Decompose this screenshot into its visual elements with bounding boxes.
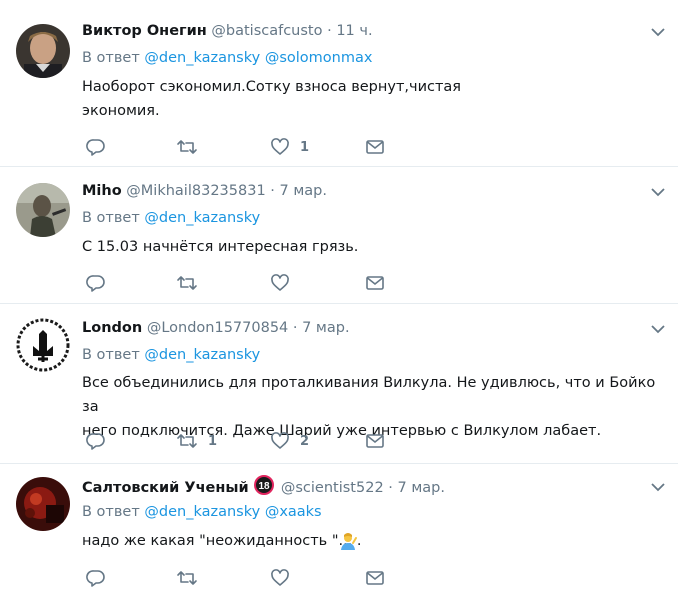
retweet-icon [177,140,197,154]
reply-prefix: В ответ [82,50,140,66]
tweet[interactable]: Miho @Mikhail83235831 · 7 мар. В ответ @… [0,166,678,303]
mention-link[interactable]: @xaaks [265,504,322,520]
tweet-text-line: С 15.03 начнётся интересная грязь. [82,239,359,255]
separator-dot: · [270,183,275,199]
display-name[interactable]: London [82,320,142,336]
user-handle[interactable]: @scientist522 [281,480,384,496]
tweet[interactable]: Виктор Онегин @batiscafcusto · 11 ч. В о… [0,0,678,166]
envelope-icon [366,571,384,585]
reply-prefix: В ответ [82,504,140,520]
retweet-button[interactable] [176,272,208,294]
reply-context: В ответ @den_kazansky [82,208,260,228]
like-button[interactable]: 2 [270,430,309,452]
display-name[interactable]: Виктор Онегин [82,23,207,39]
tweet-text: надо же какая "неожиданность "... . [82,529,667,553]
chevron-down-icon[interactable] [650,479,666,495]
reply-feed: Виктор Онегин @batiscafcusto · 11 ч. В о… [0,0,678,597]
reply-context: В ответ @den_kazansky @solomonmax [82,48,372,68]
heart-icon [271,274,289,291]
timestamp[interactable]: 11 ч. [336,23,372,39]
retweet-button[interactable] [176,136,208,158]
mention-link[interactable]: @den_kazansky [144,504,260,520]
tweet-actions: 1 2 [82,430,412,452]
reply-button[interactable] [86,430,106,452]
reply-icon [86,139,105,156]
tweet-text-line: Наоборот сэкономил.Сотку взноса вернут,ч… [82,79,462,95]
reply-prefix: В ответ [82,210,140,226]
tweet-actions [82,567,412,589]
separator-dot: · [292,320,298,336]
tweet-text-line-wrapper: надо же какая "неожиданность "... . [82,529,667,553]
retweet-count: 1 [208,433,218,449]
tweet-header: Салтовский Ученый 18 @scientist522 · 7 м… [82,475,445,497]
retweet-button[interactable] [176,567,208,589]
avatar[interactable] [16,477,70,531]
tweet-text-line: Все объединились для проталкивания Вилку… [82,375,656,415]
retweet-icon [177,571,197,585]
tweet[interactable]: Салтовский Ученый 18 @scientist522 · 7 м… [0,463,678,597]
reply-button[interactable] [86,136,106,158]
tweet[interactable]: London @London15770854 · 7 мар. В ответ … [0,303,678,463]
tweet-actions: 1 [82,136,412,158]
tweet-header: London @London15770854 · 7 мар. [82,317,350,339]
display-name[interactable]: Салтовский Ученый [82,480,249,496]
chevron-down-icon[interactable] [650,321,666,337]
like-count: 1 [300,139,310,155]
envelope-icon [366,276,384,290]
reply-icon [86,570,105,587]
like-button[interactable] [270,567,300,589]
user-handle[interactable]: @batiscafcusto [211,23,322,39]
tweet-header: Виктор Онегин @batiscafcusto · 11 ч. [82,20,373,42]
chevron-down-icon[interactable] [650,184,666,200]
age-badge-text: 18 [259,481,271,492]
tweet-header: Miho @Mikhail83235831 · 7 мар. [82,180,327,202]
like-button[interactable] [270,272,300,294]
reply-button[interactable] [86,272,106,294]
retweet-button[interactable]: 1 [176,430,217,452]
heart-icon [271,569,289,586]
direct-message-button[interactable] [365,567,385,589]
reply-icon [86,275,105,292]
timestamp[interactable]: 7 мар. [302,320,349,336]
tweet-text-line: надо же какая "неожиданность "... . [82,533,362,549]
timestamp[interactable]: 7 мар. [280,183,327,199]
heart-icon [271,138,289,155]
separator-dot: · [327,23,332,39]
like-button[interactable]: 1 [270,136,309,158]
display-name[interactable]: Miho [82,183,122,199]
reply-context: В ответ @den_kazansky @xaaks [82,502,322,522]
mention-link[interactable]: @den_kazansky [144,347,260,363]
reply-context: В ответ @den_kazansky [82,345,260,365]
separator-dot: · [388,480,393,496]
retweet-icon [177,276,197,290]
avatar[interactable] [16,24,70,78]
envelope-icon [366,434,384,448]
reply-prefix: В ответ [82,347,140,363]
age-restriction-18-icon: 18 [254,475,275,495]
reply-button[interactable] [86,567,106,589]
reply-icon [86,433,105,450]
tweet-text: С 15.03 начнётся интересная грязь. [82,235,667,259]
person-gesturing-emoji-icon [341,533,357,550]
chevron-down-icon[interactable] [650,24,666,40]
mention-link[interactable]: @den_kazansky [144,210,260,226]
heart-icon [271,432,289,449]
avatar[interactable] [16,318,70,372]
direct-message-button[interactable] [365,136,385,158]
direct-message-button[interactable] [365,430,385,452]
mention-link[interactable]: @solomonmax [265,50,373,66]
tweet-actions [82,272,412,294]
retweet-icon [177,434,197,448]
timestamp[interactable]: 7 мар. [398,480,445,496]
envelope-icon [366,140,384,154]
user-handle[interactable]: @Mikhail83235831 [126,183,265,199]
direct-message-button[interactable] [365,272,385,294]
tweet-text: Наоборот сэкономил.Сотку взноса вернут,ч… [82,75,667,123]
user-handle[interactable]: @London15770854 [147,320,288,336]
like-count: 2 [300,433,310,449]
tweet-text-line: экономия. [82,103,160,119]
mention-link[interactable]: @den_kazansky [144,50,260,66]
avatar[interactable] [16,183,70,237]
